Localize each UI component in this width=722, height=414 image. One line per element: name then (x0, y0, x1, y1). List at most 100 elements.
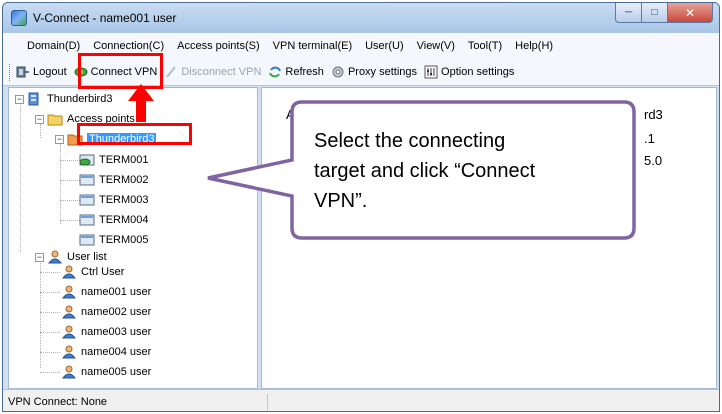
tree-node-user[interactable]: name004 user (61, 343, 151, 361)
tree-line (60, 160, 80, 161)
tree-node-terminal[interactable]: TERM004 (79, 211, 149, 229)
refresh-label: Refresh (285, 66, 324, 78)
terminal-label: TERM002 (99, 174, 149, 186)
user-icon (61, 305, 77, 319)
minimize-button[interactable]: ─ (615, 3, 642, 23)
terminal-icon (79, 174, 95, 186)
disconnect-vpn-button[interactable]: Disconnect VPN (164, 65, 261, 79)
status-bar: VPN Connect: None (3, 389, 719, 411)
terminal-icon (79, 194, 95, 206)
tree-line (60, 220, 80, 221)
tree-line (60, 180, 80, 181)
user-icon (61, 265, 77, 279)
option-settings-button[interactable]: Option settings (424, 65, 514, 79)
minimize-icon: ─ (624, 7, 633, 18)
vpn-status: VPN Connect: None (8, 395, 108, 408)
detail-text: 5.0 (644, 153, 663, 168)
logout-label: Logout (33, 66, 67, 78)
user-icon (61, 345, 77, 359)
tree-line (40, 332, 60, 333)
menu-view[interactable]: View(V) (417, 40, 455, 52)
collapse-toggle[interactable]: − (35, 114, 44, 124)
selected-item-highlight (77, 123, 192, 145)
folder-icon (47, 114, 63, 126)
tree-node-user[interactable]: name002 user (61, 303, 151, 321)
proxy-settings-label: Proxy settings (347, 66, 418, 78)
terminal-label: TERM005 (99, 234, 149, 246)
logout-button[interactable]: Logout (16, 65, 67, 79)
app-icon (11, 10, 27, 26)
proxy-settings-button[interactable]: Proxy settings (331, 65, 417, 79)
callout-line-1: Select the connecting (314, 130, 506, 152)
detail-text: .1 (644, 131, 655, 146)
toolbar-grip[interactable] (9, 63, 12, 81)
window-controls: ─ □ ✕ (615, 3, 713, 23)
menu-help[interactable]: Help(H) (515, 40, 553, 52)
menu-tool[interactable]: Tool(T) (468, 40, 502, 52)
user-group-icon (47, 250, 63, 264)
detail-text: rd3 (644, 107, 663, 122)
tree-line (40, 372, 60, 373)
option-settings-icon (424, 65, 438, 79)
disconnect-vpn-label: Disconnect VPN (181, 66, 262, 78)
terminal-label: TERM001 (99, 154, 149, 166)
tree-node-terminal[interactable]: TERM005 (79, 231, 149, 249)
menu-connection[interactable]: Connection(C) (93, 40, 164, 52)
logout-icon (16, 66, 29, 78)
server-icon (28, 92, 39, 106)
tree-line (40, 352, 60, 353)
tree-node-user[interactable]: name005 user (61, 363, 151, 381)
user-label: Ctrl User (81, 266, 125, 278)
user-icon (61, 365, 77, 379)
terminal-label: TERM003 (99, 194, 149, 206)
terminal-connected-icon (79, 154, 95, 166)
maximize-button[interactable]: □ (642, 3, 668, 23)
connect-vpn-highlight (78, 53, 163, 89)
menu-user[interactable]: User(U) (365, 40, 404, 52)
option-settings-label: Option settings (441, 66, 515, 78)
tree-node-user[interactable]: name003 user (61, 323, 151, 341)
menu-access-points[interactable]: Access points(S) (177, 40, 260, 52)
close-button[interactable]: ✕ (668, 3, 713, 23)
disconnect-vpn-icon (166, 66, 177, 78)
callout-line-2: target and click “Connect (314, 160, 536, 182)
close-icon: ✕ (684, 5, 696, 20)
collapse-toggle[interactable]: − (35, 252, 44, 262)
status-separator (267, 394, 268, 410)
tree-line (60, 200, 80, 201)
terminal-icon (79, 214, 95, 226)
tree-node-root[interactable]: − Thunderbird3 (15, 90, 112, 108)
user-label: name005 user (81, 366, 152, 378)
user-icon (61, 325, 77, 339)
tree-node-terminal[interactable]: TERM003 (79, 191, 149, 209)
tree-node-user[interactable]: Ctrl User (61, 263, 124, 281)
user-label: name002 user (81, 306, 152, 318)
window-title: V-Connect - name001 user (33, 11, 177, 25)
callout-line-3: VPN”. (314, 190, 368, 212)
tree-user-list-label: User list (67, 251, 107, 263)
tree-line (40, 312, 60, 313)
tree-line (20, 102, 21, 252)
title-bar: V-Connect - name001 user ─ □ ✕ (3, 3, 719, 33)
terminal-label: TERM004 (99, 214, 149, 226)
tree-root-label: Thunderbird3 (47, 93, 113, 105)
user-label: name003 user (81, 326, 152, 338)
tree-line (60, 144, 61, 224)
detail-text: A (286, 107, 295, 122)
collapse-toggle[interactable]: − (55, 134, 64, 144)
refresh-icon (269, 66, 282, 78)
menu-vpn-terminal[interactable]: VPN terminal(E) (273, 40, 352, 52)
tree-node-terminal[interactable]: TERM001 (79, 151, 149, 169)
user-label: name004 user (81, 346, 152, 358)
tree-line (40, 292, 60, 293)
user-icon (61, 285, 77, 299)
terminal-icon (79, 234, 95, 246)
collapse-toggle[interactable]: − (15, 94, 24, 104)
user-label: name001 user (81, 286, 152, 298)
tree-node-terminal[interactable]: TERM002 (79, 171, 149, 189)
refresh-button[interactable]: Refresh (268, 65, 324, 79)
tree-node-user[interactable]: name001 user (61, 283, 151, 301)
menu-domain[interactable]: Domain(D) (27, 40, 80, 52)
proxy-settings-icon (332, 66, 344, 78)
tree-line (40, 272, 60, 273)
